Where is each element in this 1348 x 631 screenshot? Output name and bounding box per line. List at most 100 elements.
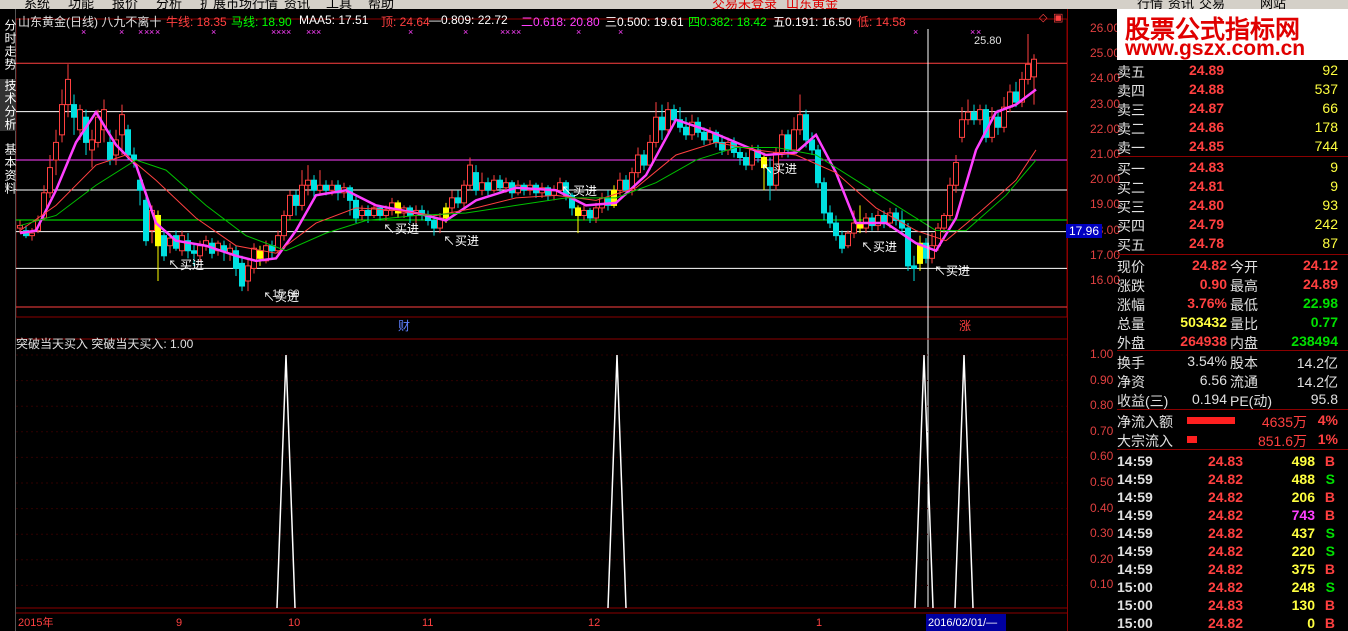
di-value: 低: 14.58 [857,15,906,29]
tick-row: 14:59 24.82 206 B [1117,488,1348,507]
candle-body [257,250,263,259]
candle-body [737,151,743,159]
tick-row: 14:59 24.83 498 B [1117,452,1348,471]
candle-body [365,209,371,216]
buy-signal-label: ↖买进 [761,162,797,176]
candle-body [635,154,641,174]
settings-icon[interactable]: ◇ [1039,11,1047,24]
tab-technical[interactable]: 技术分析 [0,79,17,131]
candle-body [143,199,149,242]
sell-level-row: 卖三 24.87 66 [1117,99,1348,118]
menu-function[interactable]: 功能 [68,0,94,9]
menu-system[interactable]: 系统 [24,0,50,9]
candle-body [455,197,461,204]
close-icon[interactable]: ▣ [1053,11,1063,24]
candle-body [671,109,677,121]
fib-0809-value: —0.809: 22.72 [429,13,508,27]
quote-cell: B [1324,597,1335,613]
y-axis-tick: 26.00 [1090,21,1121,35]
ding-value: 顶: 24.64 [381,15,430,29]
y-axis-tick: 22.00 [1090,121,1121,136]
y-axis-tick: 20.00 [1090,172,1121,187]
kline-chart[interactable]: 财涨↖买进↖买进↖买进↖买进↖买进↖买进↖买进↖买进25.8015.60× × × ×… [16,9,1067,631]
candle-body [305,179,311,186]
candle-body [785,134,791,151]
candle-body [323,184,329,191]
candle-body [317,184,323,191]
login-status[interactable]: 交易未登录 [712,0,777,9]
top-marker-x: × [976,27,981,37]
menu-help[interactable]: 帮助 [368,0,394,9]
y-axis-tick: 25.00 [1090,46,1121,61]
y-axis-tick: 19.00 [1090,197,1121,212]
ma-green [19,146,1037,252]
quote-cell: B [1324,453,1335,469]
candle-body [581,209,587,216]
x-axis-tick: 11 [422,617,433,629]
menu-website[interactable]: 网站 [1260,0,1286,9]
stats2-row: 收益(三) 0.194 PE(动) 95.8 [1117,390,1348,409]
tab-intraday[interactable]: 分时走势 [0,19,17,71]
menu-analysis[interactable]: 分析 [156,0,182,9]
y-axis-tick: 21.00 [1090,147,1121,161]
stats-row: 现价 24.82 今开 24.12 [1117,256,1348,275]
candle-body [479,182,485,191]
quote-cell: S [1325,471,1335,487]
chart-area[interactable]: 财涨 ↖买进 ↖买进 ↖买进 ↖买进 ↖买进 ↖买进 ↖买进 ↖买进 25.80 15.60 × × × ×… [16,9,1067,631]
buy-signal-label: ↖买进 [168,258,204,272]
tab-fundamentals[interactable]: 基本资料 [0,143,17,195]
stats-row: 总量 503432 量比 0.77 [1117,313,1348,332]
quote-cell: 14.2亿 [1296,374,1338,390]
candle-body [701,131,707,141]
y-axis-tick: 16.00 [1090,273,1121,287]
quote-cell: 9 [1330,178,1338,194]
watermark-url: www.gszx.com.cn [1125,37,1306,60]
watermark-logo: 股票公式指标网 www.gszx.com.cn [1117,9,1348,60]
buy-signal-label: ↖买进 [934,264,970,278]
fib-0618-value: 二0.618: 20.80 [521,15,600,29]
candle-body [833,222,839,237]
candle-body [281,214,287,237]
indicator-spike-2 [914,354,934,609]
menu-quote[interactable]: 报价 [112,0,138,9]
quote-cell: 744 [1314,138,1338,154]
menu-news[interactable]: 资讯 [284,0,310,9]
candle-body [593,207,599,219]
menu-tools[interactable]: 工具 [326,0,352,9]
candle-body [803,114,809,141]
candle-body [623,179,629,191]
candle-body [1031,58,1037,78]
flow-row: 大宗流入 851.6万 1% [1117,430,1348,449]
candle-body [53,141,59,161]
candle-body [167,237,173,247]
quote-cell: 242 [1314,216,1338,232]
candle-body [65,78,71,106]
menu-ext-market[interactable]: 扩展市场行情 [200,0,278,9]
sell-level-row: 卖五 24.89 92 [1117,61,1348,80]
candle-body [467,164,473,186]
indicator-y-tick: 0.50 [1090,475,1114,489]
sell-level-row: 卖四 24.88 537 [1117,80,1348,99]
indicator-title: 突破当天买入 突破当天买入: 1.00 [16,337,194,351]
quote-separator [1117,350,1348,351]
buy-level-row: 买一 24.83 9 [1117,158,1348,177]
candle-body [125,129,131,156]
app-window: 系统 功能 报价 分析 扩展市场行情 资讯 工具 帮助 交易未登录 山东黄金 行… [0,0,1348,631]
candle-body [911,265,917,269]
tick-row: 14:59 24.82 437 S [1117,524,1348,543]
quote-cell: 92 [1322,62,1338,78]
candle-body [485,182,491,191]
menu-trade[interactable]: 交易 [1199,0,1225,9]
y-axis-tick: 23.00 [1090,96,1121,111]
candle-body [47,167,53,194]
tick-row: 15:00 24.82 248 S [1117,578,1348,597]
menu-market[interactable]: 行情 [1137,0,1163,9]
candle-body [791,129,797,151]
x-axis-tick: 2015年 [18,615,53,629]
quote-cell: 537 [1314,81,1338,97]
quote-cell: 14.2亿 [1296,355,1338,371]
menu-info[interactable]: 资讯 [1168,0,1194,9]
candle-body [461,184,467,204]
indicator-spike-3 [954,354,974,609]
candle-body [233,250,239,269]
